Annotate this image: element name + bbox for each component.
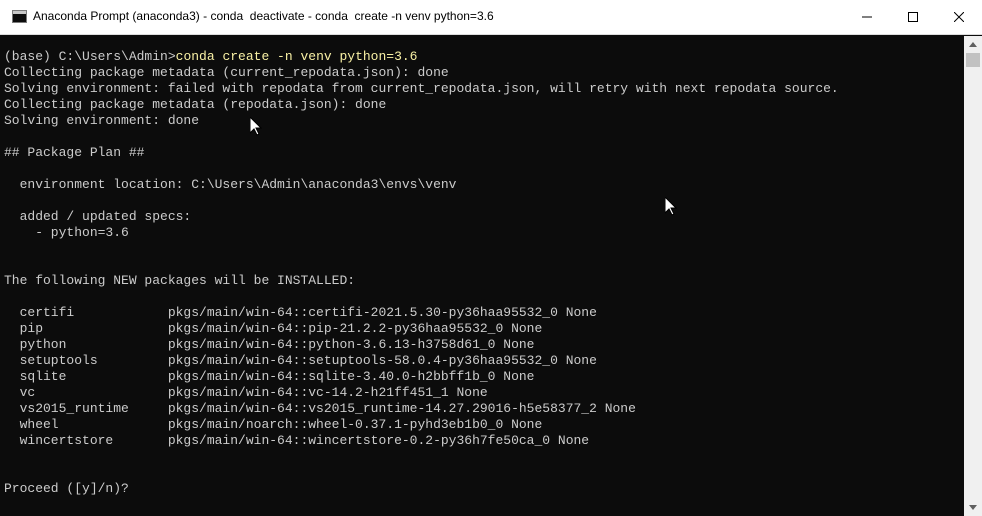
- scroll-down-button[interactable]: [964, 499, 982, 516]
- console-line: python pkgs/main/win-64::python-3.6.13-h…: [4, 337, 535, 352]
- console-line: - python=3.6: [4, 225, 129, 240]
- command-text: conda create -n venv python=3.6: [175, 49, 418, 64]
- maximize-button[interactable]: [890, 0, 936, 34]
- minimize-button[interactable]: [844, 0, 890, 34]
- console-line: vs2015_runtime pkgs/main/win-64::vs2015_…: [4, 401, 636, 416]
- console-line: vc pkgs/main/win-64::vc-14.2-h21ff451_1 …: [4, 385, 488, 400]
- console-line: Solving environment: done: [4, 113, 200, 128]
- console-line: Collecting package metadata (repodata.js…: [4, 97, 387, 112]
- terminal-window: Anaconda Prompt (anaconda3) - conda deac…: [0, 0, 982, 516]
- console-line: pip pkgs/main/win-64::pip-21.2.2-py36haa…: [4, 321, 543, 336]
- console-line: Collecting package metadata (current_rep…: [4, 65, 449, 80]
- close-icon: [954, 12, 964, 22]
- mouse-pointer-icon: [250, 117, 262, 136]
- minimize-icon: [862, 16, 872, 18]
- console-line: The following NEW packages will be INSTA…: [4, 273, 356, 288]
- maximize-icon: [908, 12, 918, 22]
- console-lines: (base) C:\Users\Admin>conda create -n ve…: [4, 49, 839, 497]
- vertical-scrollbar[interactable]: [964, 36, 982, 516]
- scroll-up-button[interactable]: [964, 36, 982, 53]
- console-line: added / updated specs:: [4, 209, 192, 224]
- console-line: Proceed ([y]/n)?: [4, 481, 129, 496]
- console-line: Solving environment: failed with repodat…: [4, 81, 839, 96]
- console-app-icon: [12, 10, 27, 23]
- mouse-pointer-icon: [665, 197, 677, 216]
- scrollbar-thumb[interactable]: [966, 53, 980, 67]
- console-output-area[interactable]: (base) C:\Users\Admin>conda create -n ve…: [0, 36, 964, 516]
- console-line: certifi pkgs/main/win-64::certifi-2021.5…: [4, 305, 597, 320]
- window-title: Anaconda Prompt (anaconda3) - conda deac…: [33, 9, 494, 23]
- console-line: ## Package Plan ##: [4, 145, 145, 160]
- console-line: environment location: C:\Users\Admin\ana…: [4, 177, 457, 192]
- scroll-up-arrow-icon: [969, 42, 977, 47]
- prompt-text: (base) C:\Users\Admin>: [4, 49, 176, 64]
- console-line: setuptools pkgs/main/win-64::setuptools-…: [4, 353, 597, 368]
- command-line: (base) C:\Users\Admin>conda create -n ve…: [4, 49, 839, 65]
- title-bar[interactable]: Anaconda Prompt (anaconda3) - conda deac…: [0, 0, 982, 35]
- close-button[interactable]: [936, 0, 982, 34]
- scroll-down-arrow-icon: [969, 505, 977, 510]
- console-line: sqlite pkgs/main/win-64::sqlite-3.40.0-h…: [4, 369, 535, 384]
- console-line: wincertstore pkgs/main/win-64::wincertst…: [4, 433, 590, 448]
- console-line: wheel pkgs/main/noarch::wheel-0.37.1-pyh…: [4, 417, 543, 432]
